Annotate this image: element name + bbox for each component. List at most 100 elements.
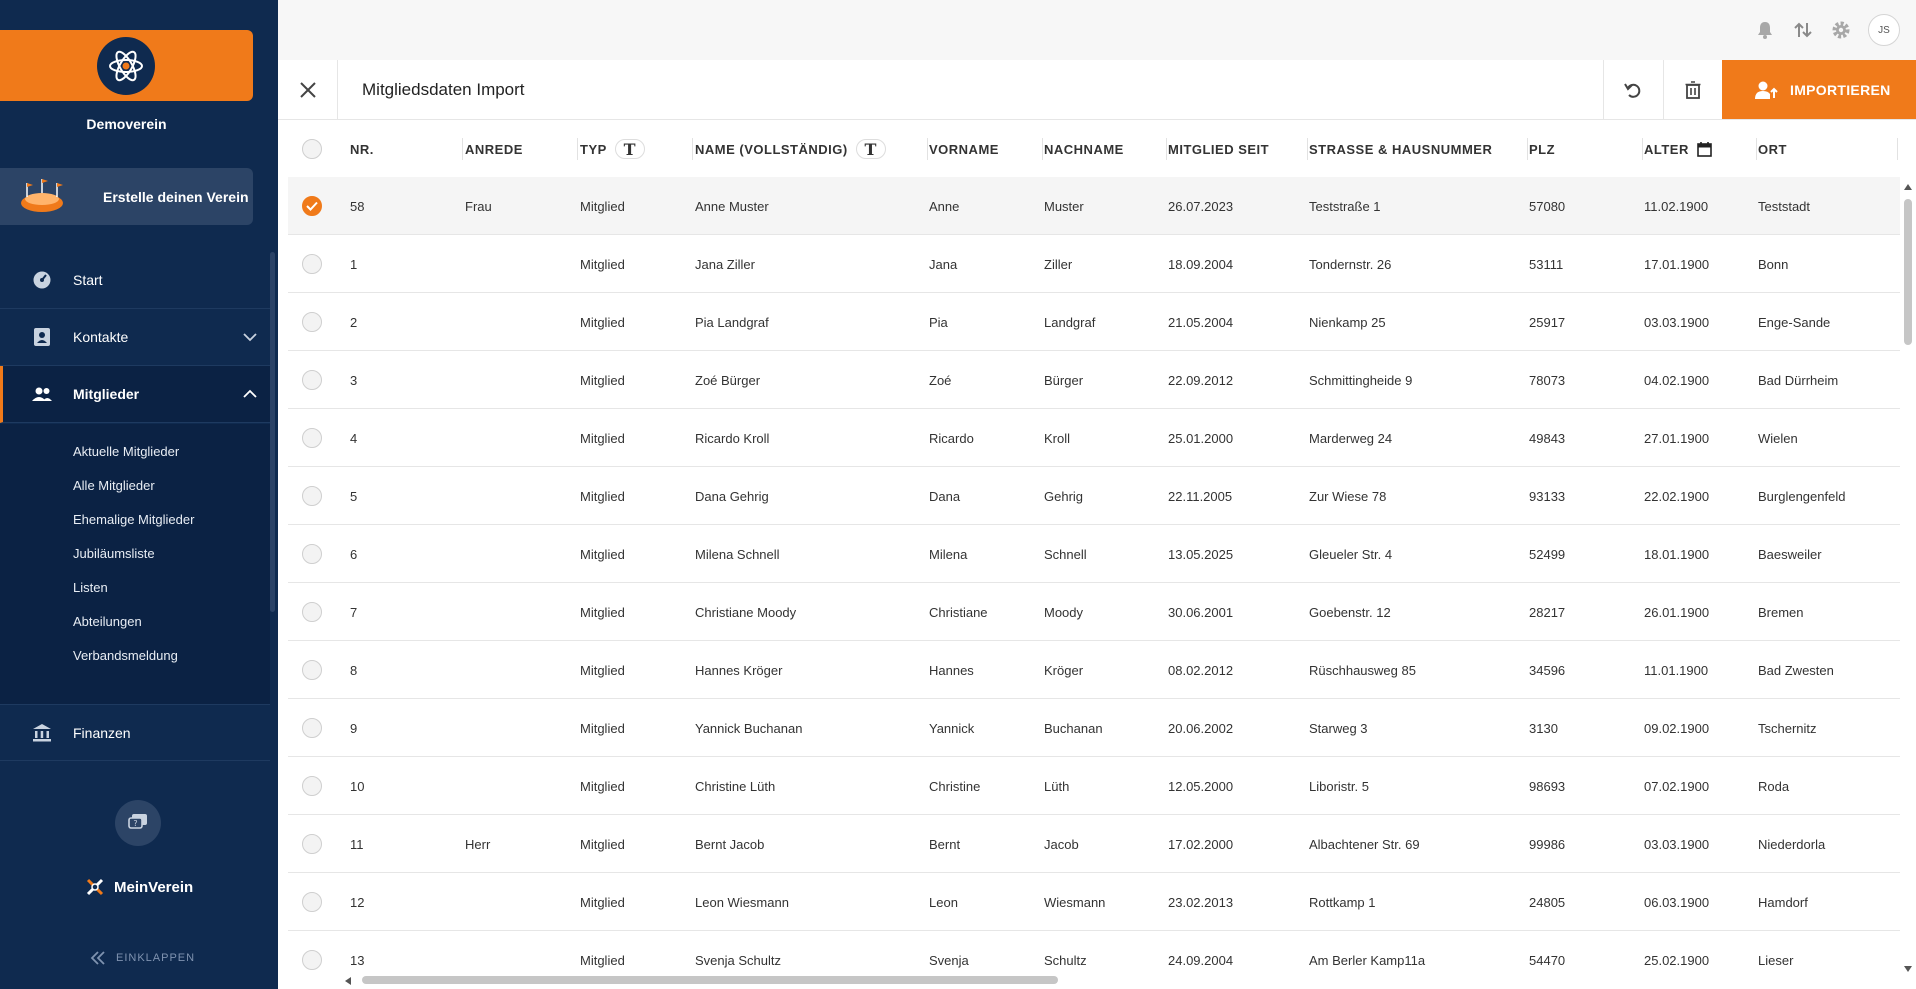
table-row[interactable]: 11 Herr Mitglied Bernt Jacob Bernt Jacob 17.02… bbox=[288, 815, 1900, 873]
undo-button[interactable] bbox=[1603, 60, 1662, 119]
vertical-scroll-thumb[interactable] bbox=[1904, 199, 1912, 345]
row-checkbox[interactable] bbox=[302, 370, 322, 390]
calendar-icon[interactable] bbox=[1697, 141, 1712, 157]
row-checkbox-cell[interactable] bbox=[302, 815, 322, 873]
subnav-item[interactable]: Abteilungen bbox=[73, 614, 142, 629]
sync-arrows-icon[interactable] bbox=[1792, 19, 1814, 41]
cell-nr: 7 bbox=[350, 604, 358, 620]
select-all-checkbox[interactable] bbox=[302, 139, 322, 159]
row-checkbox[interactable] bbox=[302, 428, 322, 448]
text-type-icon[interactable]: T bbox=[614, 139, 645, 159]
table-row[interactable]: 7 Mitglied Christiane Moody Christiane Moody… bbox=[288, 583, 1900, 641]
row-checkbox-cell[interactable] bbox=[302, 699, 322, 757]
help-button[interactable]: ? bbox=[115, 800, 161, 846]
subnav-item[interactable]: Ehemalige Mitglieder bbox=[73, 512, 194, 527]
col-typ[interactable]: TYP T bbox=[580, 125, 693, 173]
create-club-label: Erstelle deinen Verein bbox=[103, 188, 249, 205]
row-checkbox[interactable] bbox=[302, 312, 322, 332]
col-strasse[interactable]: STRASSE & HAUSNUMMER bbox=[1309, 125, 1528, 173]
chevron-up-icon[interactable] bbox=[242, 386, 258, 402]
cell-vorname: Anne bbox=[929, 198, 960, 214]
scroll-up-arrow-icon[interactable] bbox=[1903, 183, 1913, 191]
col-alter[interactable]: ALTER bbox=[1644, 125, 1757, 173]
table-row[interactable]: 13 Mitglied Svenja Schultz Svenja Schultz 24.… bbox=[288, 931, 1900, 975]
table-row[interactable]: 5 Mitglied Dana Gehrig Dana Gehrig 22.11.2005… bbox=[288, 467, 1900, 525]
row-checkbox-cell[interactable] bbox=[302, 525, 322, 583]
col-mitglied-seit[interactable]: MITGLIED SEIT bbox=[1168, 125, 1308, 173]
col-nachname[interactable]: NACHNAME bbox=[1044, 125, 1167, 173]
row-checkbox-cell[interactable] bbox=[302, 583, 322, 641]
select-all-checkbox-cell[interactable] bbox=[302, 125, 342, 173]
row-checkbox[interactable] bbox=[302, 776, 322, 796]
subnav-item[interactable]: Listen bbox=[73, 580, 108, 595]
row-checkbox[interactable] bbox=[302, 718, 322, 738]
table-row[interactable]: 6 Mitglied Milena Schnell Milena Schnell 13.0… bbox=[288, 525, 1900, 583]
text-type-icon[interactable]: T bbox=[855, 139, 886, 159]
row-checkbox-cell[interactable] bbox=[302, 351, 322, 409]
chevron-down-icon[interactable] bbox=[242, 329, 258, 345]
row-checkbox-cell[interactable] bbox=[302, 873, 322, 931]
horizontal-scrollbar[interactable] bbox=[340, 976, 1900, 986]
bell-icon[interactable] bbox=[1754, 19, 1776, 41]
horizontal-scroll-thumb[interactable] bbox=[362, 976, 1058, 984]
cell-name: Bernt Jacob bbox=[695, 836, 765, 852]
cell-alter: 06.03.1900 bbox=[1644, 894, 1710, 910]
table-row[interactable]: 12 Mitglied Leon Wiesmann Leon Wiesmann 23.02… bbox=[288, 873, 1900, 931]
row-checkbox[interactable] bbox=[302, 254, 322, 274]
vertical-scrollbar[interactable] bbox=[1904, 183, 1912, 973]
col-vorname[interactable]: VORNAME bbox=[929, 125, 1043, 173]
row-checkbox-cell[interactable] bbox=[302, 235, 322, 293]
col-plz[interactable]: PLZ bbox=[1529, 125, 1643, 173]
row-checkbox[interactable] bbox=[302, 950, 322, 970]
user-avatar[interactable]: JS bbox=[1868, 14, 1900, 46]
row-checkbox-cell[interactable] bbox=[302, 641, 322, 699]
delete-button[interactable] bbox=[1663, 60, 1722, 119]
table-row[interactable]: 8 Mitglied Hannes Kröger Hannes Kröger 08.02.… bbox=[288, 641, 1900, 699]
table-row[interactable]: 4 Mitglied Ricardo Kroll Ricardo Kroll 25.01.… bbox=[288, 409, 1900, 467]
col-name[interactable]: NAME (VOLLSTÄNDIG) T bbox=[695, 125, 928, 173]
create-club-button[interactable]: Erstelle deinen Verein bbox=[0, 168, 253, 225]
row-checkbox-cell[interactable] bbox=[302, 177, 322, 235]
row-checkbox[interactable] bbox=[302, 660, 322, 680]
row-checkbox-cell[interactable] bbox=[302, 409, 322, 467]
sidebar-item-kontakte[interactable]: Kontakte bbox=[0, 309, 270, 366]
row-checkbox-cell[interactable] bbox=[302, 757, 322, 815]
cell-nr: 9 bbox=[350, 720, 358, 736]
cell-ort: Bonn bbox=[1758, 256, 1789, 272]
cell-ort: Lieser bbox=[1758, 952, 1794, 968]
sidebar-item-start[interactable]: Start bbox=[0, 252, 270, 309]
row-checkbox-cell[interactable] bbox=[302, 467, 322, 525]
sidebar-scrollbar[interactable] bbox=[270, 252, 275, 612]
subnav-item[interactable]: Verbandsmeldung bbox=[73, 648, 178, 663]
row-checkbox[interactable] bbox=[302, 602, 322, 622]
row-checkbox[interactable] bbox=[302, 892, 322, 912]
row-checkbox[interactable] bbox=[302, 486, 322, 506]
sidebar-item-finanzen[interactable]: Finanzen bbox=[0, 704, 270, 761]
cell-alter: 11.02.1900 bbox=[1644, 198, 1709, 214]
col-anrede[interactable]: ANREDE bbox=[465, 125, 578, 173]
col-nr[interactable]: NR. bbox=[350, 125, 463, 173]
import-button[interactable]: IMPORTIEREN bbox=[1722, 60, 1916, 119]
table-row[interactable]: 2 Mitglied Pia Landgraf Pia Landgraf 21.05.20… bbox=[288, 293, 1900, 351]
sidebar-item-mitglieder[interactable]: Mitglieder bbox=[0, 366, 270, 423]
gear-icon[interactable] bbox=[1830, 19, 1852, 41]
row-checkbox[interactable] bbox=[302, 544, 322, 564]
table-row[interactable]: 10 Mitglied Christine Lüth Christine Lüth 12.… bbox=[288, 757, 1900, 815]
row-checkbox-cell[interactable] bbox=[302, 931, 322, 975]
row-checkbox[interactable] bbox=[302, 196, 322, 216]
col-ort[interactable]: ORT bbox=[1758, 125, 1898, 173]
subnav-item[interactable]: Jubiläumsliste bbox=[73, 546, 155, 561]
subnav-item[interactable]: Aktuelle Mitglieder bbox=[73, 444, 179, 459]
collapse-sidebar-button[interactable]: EINKLAPPEN bbox=[90, 951, 195, 965]
table-row[interactable]: 9 Mitglied Yannick Buchanan Yannick Buchanan… bbox=[288, 699, 1900, 757]
row-checkbox-cell[interactable] bbox=[302, 293, 322, 351]
table-row[interactable]: 1 Mitglied Jana Ziller Jana Ziller 18.09.2004… bbox=[288, 235, 1900, 293]
row-checkbox[interactable] bbox=[302, 834, 322, 854]
scroll-down-arrow-icon[interactable] bbox=[1903, 965, 1913, 973]
table-row[interactable]: 58 Frau Mitglied Anne Muster Anne Muster 26.07… bbox=[288, 177, 1900, 235]
table-row[interactable]: 3 Mitglied Zoé Bürger Zoé Bürger 22.09.2012 Sc… bbox=[288, 351, 1900, 409]
subnav-item[interactable]: Alle Mitglieder bbox=[73, 478, 155, 493]
close-button[interactable] bbox=[278, 60, 338, 119]
scroll-left-arrow-icon[interactable] bbox=[344, 976, 352, 986]
cell-plz: 93133 bbox=[1529, 488, 1566, 504]
